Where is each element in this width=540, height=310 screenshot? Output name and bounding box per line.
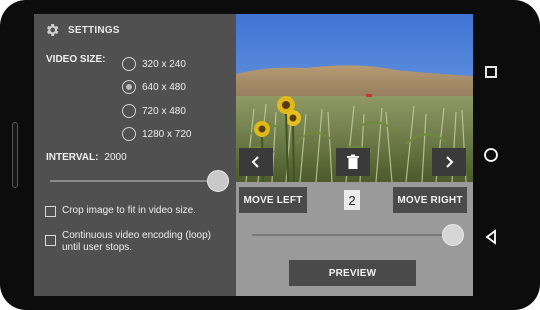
move-right-button[interactable]: MOVE RIGHT	[393, 187, 467, 213]
loop-checkbox[interactable]	[45, 235, 56, 246]
phone-frame: SETTINGS VIDEO SIZE: 320 x 240 640 x 480…	[0, 0, 540, 310]
preview-button[interactable]: PREVIEW	[289, 260, 416, 286]
app-screen: SETTINGS VIDEO SIZE: 320 x 240 640 x 480…	[34, 14, 473, 296]
chevron-left-icon	[251, 156, 259, 168]
crop-checkbox-row[interactable]: Crop image to fit in video size.	[45, 205, 196, 217]
crop-label: Crop image to fit in video size.	[62, 205, 196, 216]
radio-indicator-selected[interactable]	[122, 80, 136, 94]
radio-720x480[interactable]: 720 x 480	[122, 103, 186, 119]
radio-indicator[interactable]	[122, 127, 136, 141]
settings-title: SETTINGS	[68, 24, 120, 36]
previous-frame-button[interactable]	[239, 148, 273, 176]
radio-640x480[interactable]: 640 x 480	[122, 79, 186, 95]
interval-value: 2000	[104, 152, 127, 163]
interval-slider-track[interactable]	[50, 180, 220, 182]
radio-label: 640 x 480	[142, 81, 186, 93]
navigation-bar	[473, 14, 509, 296]
loop-label-line1: Continuous video encoding (loop)	[62, 230, 211, 241]
move-left-button[interactable]: MOVE LEFT	[239, 187, 307, 213]
preview-panel: MOVE LEFT 2 MOVE RIGHT PREVIEW	[236, 14, 473, 296]
gear-icon	[47, 24, 59, 36]
next-frame-button[interactable]	[432, 148, 466, 176]
crop-checkbox[interactable]	[45, 206, 56, 217]
frame-slider-track[interactable]	[252, 234, 452, 236]
circle-icon	[484, 148, 498, 162]
trash-icon	[347, 154, 359, 169]
triangle-back-icon	[485, 229, 496, 245]
radio-label: 320 x 240	[142, 58, 186, 70]
delete-frame-button[interactable]	[336, 148, 370, 176]
chevron-right-icon	[446, 156, 454, 168]
radio-label: 1280 x 720	[142, 128, 192, 140]
video-size-label: VIDEO SIZE:	[46, 54, 106, 65]
home-button[interactable]	[480, 144, 502, 166]
interval-row: INTERVAL: 2000	[46, 152, 127, 163]
radio-indicator[interactable]	[122, 57, 136, 71]
loop-label-line2: until user stops.	[62, 242, 133, 253]
side-button	[12, 122, 18, 188]
radio-320x240[interactable]: 320 x 240	[122, 56, 186, 72]
loop-label: Continuous video encoding (loop) until u…	[62, 230, 211, 254]
loop-checkbox-row[interactable]: Continuous video encoding (loop) until u…	[45, 230, 211, 254]
settings-panel: SETTINGS VIDEO SIZE: 320 x 240 640 x 480…	[34, 14, 234, 296]
settings-header: SETTINGS	[44, 22, 120, 38]
interval-label: INTERVAL:	[46, 152, 99, 163]
interval-slider-thumb[interactable]	[207, 170, 229, 192]
frame-slider-thumb[interactable]	[442, 224, 464, 246]
recent-apps-button[interactable]	[480, 61, 502, 83]
back-button[interactable]	[480, 226, 502, 248]
radio-indicator[interactable]	[122, 104, 136, 118]
radio-1280x720[interactable]: 1280 x 720	[122, 126, 192, 142]
square-icon	[485, 66, 497, 78]
frame-index: 2	[344, 190, 360, 210]
radio-label: 720 x 480	[142, 105, 186, 117]
